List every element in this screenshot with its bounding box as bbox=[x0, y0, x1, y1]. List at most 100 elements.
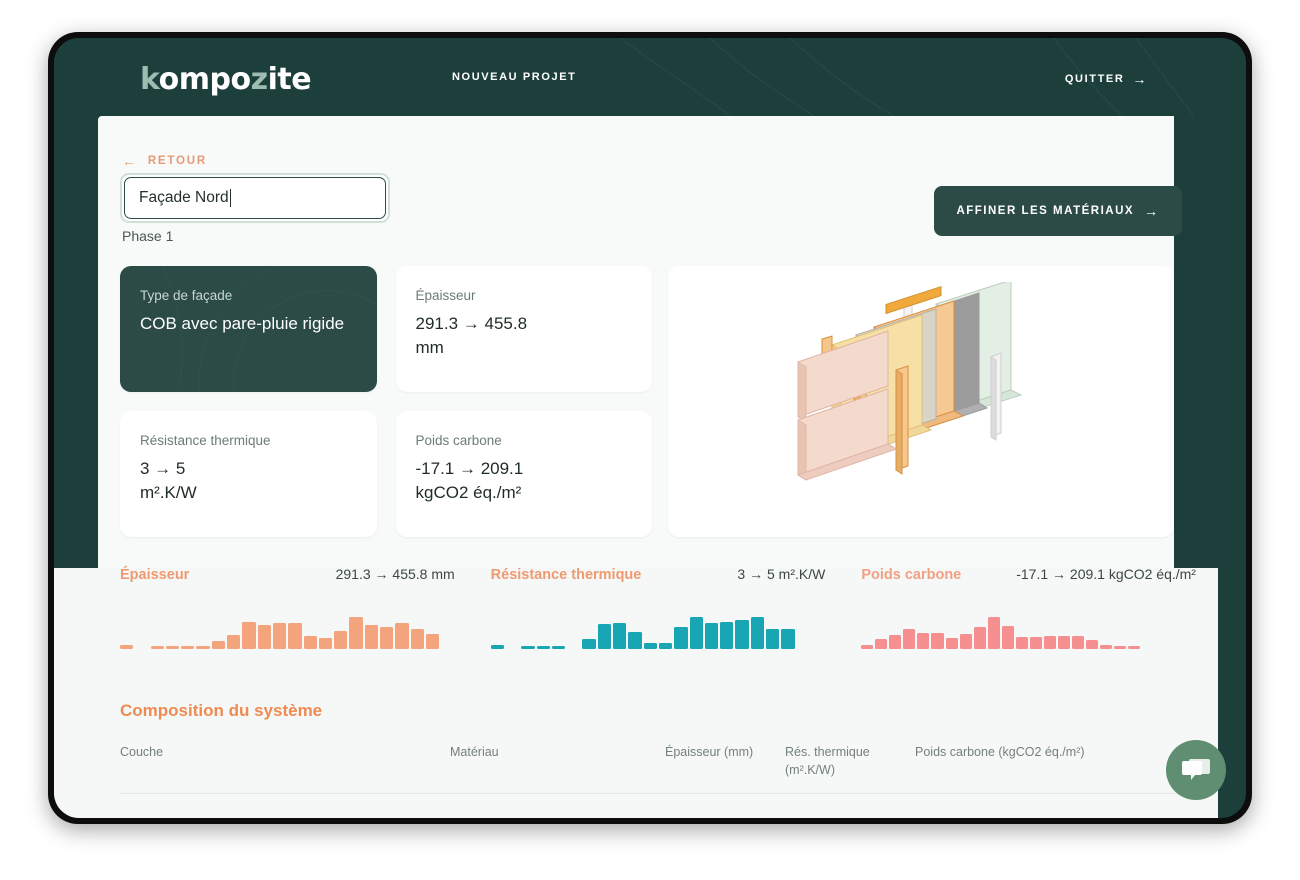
metric-carbon-weight: Poids carbone -17.1 → 209.1 kgCO2 éq./m² bbox=[861, 566, 1210, 649]
nav-quit-label: QUITTER bbox=[1065, 73, 1124, 85]
histogram-bar bbox=[411, 629, 424, 649]
facade-name-input[interactable]: Façade Nord bbox=[124, 177, 386, 219]
metric-thickness: Épaisseur 291.3 → 455.8 mm bbox=[120, 566, 469, 649]
histogram-bar bbox=[582, 639, 595, 649]
back-link-label: RETOUR bbox=[148, 155, 207, 167]
histogram-bar bbox=[917, 633, 929, 649]
column-header-materiau: Matériau bbox=[450, 743, 665, 779]
metric-thermal-resistance: Résistance thermique 3 → 5 m².K/W bbox=[491, 566, 840, 649]
histogram-bar bbox=[903, 629, 915, 649]
histogram-bar bbox=[273, 623, 286, 649]
card-value: -17.1 → 209.1 bbox=[416, 457, 633, 481]
metric-range: 291.3 → 455.8 mm bbox=[336, 566, 455, 582]
histogram-thermal-resistance[interactable] bbox=[491, 605, 840, 649]
histogram-bar bbox=[151, 646, 164, 649]
histogram-bar bbox=[1072, 636, 1084, 649]
composition-title: Composition du système bbox=[120, 701, 322, 721]
histogram-bar bbox=[349, 617, 362, 649]
histogram-thickness[interactable] bbox=[120, 605, 469, 649]
metric-range: -17.1 → 209.1 kgCO2 éq./m² bbox=[1016, 566, 1196, 582]
histogram-bar bbox=[705, 623, 718, 649]
histogram-bar bbox=[1086, 640, 1098, 649]
logo-letter-k: k bbox=[140, 62, 159, 97]
card-carbon-weight[interactable]: Poids carbone -17.1 → 209.1 kgCO2 éq./m² bbox=[396, 411, 653, 537]
column-header-resistance: Rés. thermique (m².K/W) bbox=[785, 743, 915, 779]
histogram-bar bbox=[781, 629, 794, 649]
card-value: COB avec pare-pluie rigide bbox=[140, 312, 357, 336]
composition-table-header: Couche Matériau Épaisseur (mm) Rés. ther… bbox=[120, 743, 1190, 794]
metric-name: Poids carbone bbox=[861, 567, 961, 583]
app-header: kompozite NOUVEAU PROJET QUITTER → bbox=[54, 38, 1246, 116]
histogram-bar bbox=[120, 645, 133, 649]
histogram-bar bbox=[1044, 636, 1056, 649]
metrics-strip: Épaisseur 291.3 → 455.8 mm Résistance th… bbox=[120, 566, 1210, 649]
exploded-wall-svg bbox=[786, 282, 1056, 522]
chat-bubble-icon bbox=[1181, 757, 1211, 784]
histogram-bar bbox=[974, 627, 986, 649]
chat-widget-button[interactable] bbox=[1166, 740, 1226, 800]
card-thermal-resistance[interactable]: Résistance thermique 3 → 5 m².K/W bbox=[120, 411, 377, 537]
histogram-bar bbox=[659, 643, 672, 649]
histogram-bar bbox=[960, 634, 972, 649]
logo-letter-z: z bbox=[251, 62, 268, 97]
card-facade-type[interactable]: Type de façade COB avec pare-pluie rigid… bbox=[120, 266, 377, 392]
histogram-bar bbox=[166, 646, 179, 649]
app-logo[interactable]: kompozite bbox=[140, 62, 311, 97]
histogram-bar bbox=[491, 645, 504, 649]
arrow-left-icon: ← bbox=[122, 153, 138, 169]
nav-new-project[interactable]: NOUVEAU PROJET bbox=[452, 71, 576, 83]
column-header-epaisseur: Épaisseur (mm) bbox=[665, 743, 785, 779]
histogram-carbon-weight[interactable] bbox=[861, 605, 1210, 649]
nav-quit[interactable]: QUITTER → bbox=[1065, 71, 1148, 87]
metric-header: Résistance thermique 3 → 5 m².K/W bbox=[491, 566, 840, 583]
arrow-right-icon: → bbox=[1144, 203, 1160, 219]
back-link[interactable]: ← RETOUR bbox=[122, 153, 207, 169]
histogram-bar bbox=[889, 635, 901, 649]
metric-header: Poids carbone -17.1 → 209.1 kgCO2 éq./m² bbox=[861, 566, 1210, 583]
card-value: 3 → 5 bbox=[140, 457, 357, 481]
histogram-bar bbox=[227, 635, 240, 649]
histogram-bar bbox=[628, 632, 641, 649]
histogram-bar bbox=[304, 636, 317, 649]
histogram-bar bbox=[181, 646, 194, 649]
histogram-bar bbox=[380, 627, 393, 649]
card-label: Résistance thermique bbox=[140, 433, 357, 448]
arrow-right-icon: → bbox=[1132, 71, 1148, 87]
logo-letters-ompo: ompo bbox=[159, 62, 251, 97]
card-thickness[interactable]: Épaisseur 291.3 → 455.8 mm bbox=[396, 266, 653, 392]
histogram-bar bbox=[735, 620, 748, 649]
screen: kompozite NOUVEAU PROJET QUITTER → ← RET… bbox=[54, 38, 1246, 818]
refine-materials-button[interactable]: AFFINER LES MATÉRIAUX → bbox=[934, 186, 1182, 236]
summary-cards: Type de façade COB avec pare-pluie rigid… bbox=[120, 266, 652, 537]
histogram-bar bbox=[395, 623, 408, 649]
facade-name-input-wrapper[interactable]: Façade Nord bbox=[120, 173, 390, 223]
text-caret bbox=[230, 189, 232, 207]
column-header-carbone: Poids carbone (kgCO2 éq./m²) bbox=[915, 743, 1095, 779]
card-label: Poids carbone bbox=[416, 433, 633, 448]
card-label: Épaisseur bbox=[416, 288, 633, 303]
device-frame: kompozite NOUVEAU PROJET QUITTER → ← RET… bbox=[48, 32, 1252, 824]
histogram-bar bbox=[537, 646, 550, 649]
histogram-bar bbox=[1058, 636, 1070, 649]
histogram-bar bbox=[598, 624, 611, 649]
histogram-bar bbox=[720, 622, 733, 649]
logo-letters-ite: ite bbox=[268, 62, 311, 97]
histogram-bar bbox=[242, 622, 255, 649]
histogram-bar bbox=[644, 643, 657, 649]
histogram-bar bbox=[875, 639, 887, 649]
column-header-couche: Couche bbox=[120, 743, 450, 779]
histogram-bar bbox=[751, 617, 764, 649]
metric-name: Résistance thermique bbox=[491, 567, 642, 583]
histogram-bar bbox=[319, 638, 332, 649]
histogram-bar bbox=[766, 629, 779, 649]
histogram-bar bbox=[365, 625, 378, 649]
histogram-bar bbox=[552, 646, 565, 649]
histogram-bar bbox=[1002, 626, 1014, 649]
card-unit: kgCO2 éq./m² bbox=[416, 481, 633, 505]
phase-label: Phase 1 bbox=[122, 228, 173, 244]
card-unit: m².K/W bbox=[140, 481, 357, 505]
histogram-bar bbox=[690, 617, 703, 649]
wall-assembly-illustration[interactable] bbox=[668, 266, 1174, 537]
histogram-bar bbox=[613, 623, 626, 649]
histogram-bar bbox=[1016, 637, 1028, 649]
